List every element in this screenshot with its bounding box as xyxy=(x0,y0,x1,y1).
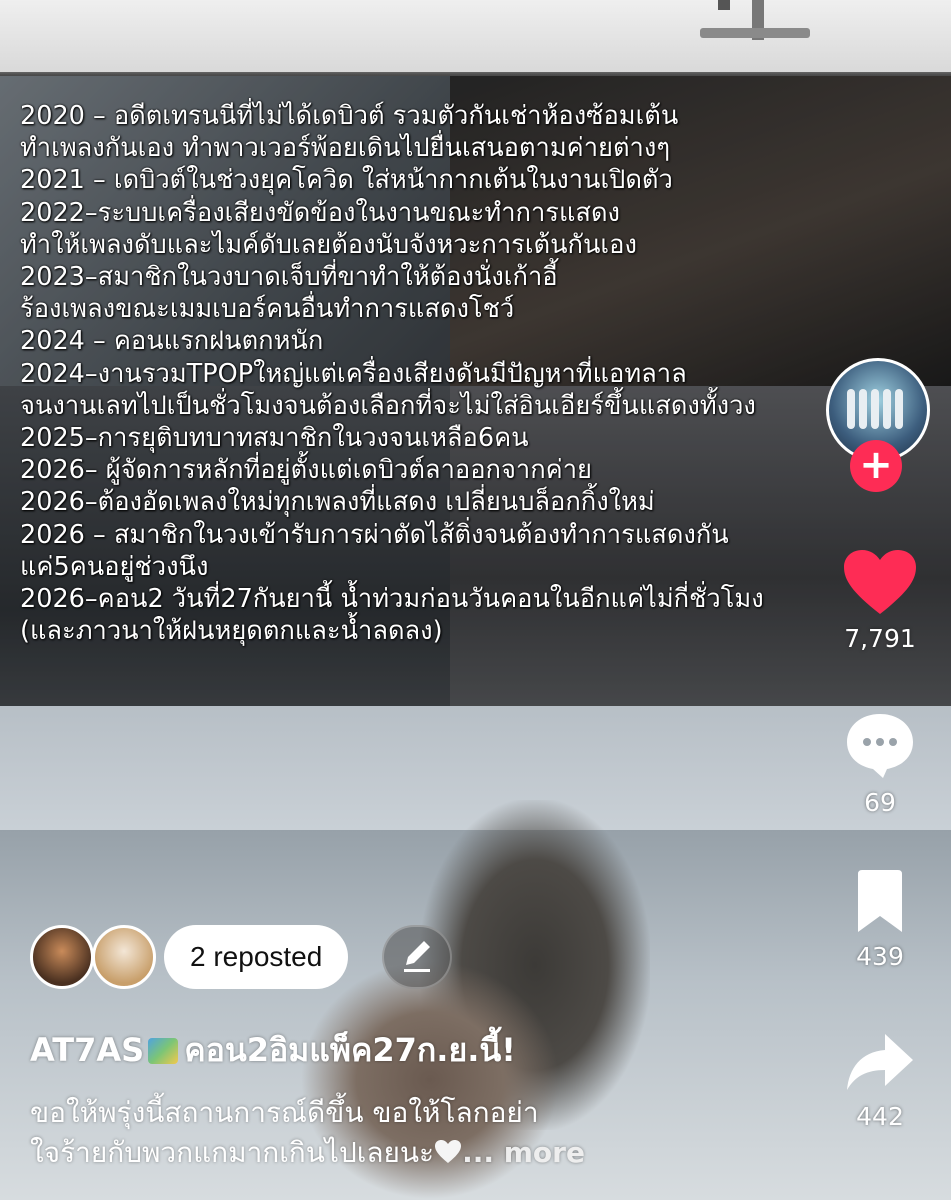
timeline-line: 2020 – อดีตเทรนนีที่ไม่ได้เดบิวต์ รวมตัว… xyxy=(20,101,679,131)
comment-icon xyxy=(847,714,913,778)
plus-icon: + xyxy=(859,442,893,488)
white-heart-icon xyxy=(435,1140,462,1163)
timeline-line: ร้องเพลงขณะเมมเบอร์คนอื่นทำการแสดงโชว์ xyxy=(20,294,515,325)
timeline-line: 2026– ผู้จัดการหลักที่อยู่ตั้งแต่เดบิวต์… xyxy=(20,455,592,486)
share-button[interactable]: 442 xyxy=(830,1030,930,1131)
timeline-line: 2026 – สมาชิกในวงเข้ารับการผ่าตัดไส้ติ่ง… xyxy=(20,519,729,550)
timeline-line: ทำให้เพลงดับและไมค์ดับเลยต้องนับจังหวะกา… xyxy=(20,229,637,260)
follow-button[interactable]: + xyxy=(850,440,902,492)
post-title: คอน2อิมแพ็ค27ก.ย.นี้! xyxy=(184,1031,516,1069)
username[interactable]: AT7AS xyxy=(30,1031,144,1069)
caption-line: ขอให้พรุ่งนี้สถานการณ์ดีขึ้น ขอให้โลกอย่… xyxy=(30,1096,539,1129)
edit-repost-button[interactable] xyxy=(382,925,452,989)
reposter-avatar[interactable] xyxy=(30,925,94,989)
pencil-icon xyxy=(404,941,430,972)
timeline-line: 2023–สมาชิกในวงบาดเจ็บที่ขาทำให้ต้องนั่ง… xyxy=(20,262,558,293)
avatar-figures xyxy=(847,389,911,429)
like-button[interactable]: 7,791 xyxy=(830,548,930,653)
caption-line-2: ใจร้ายกับพวกแกมากเกินไปเลยนะ ... more xyxy=(30,1133,750,1173)
share-count: 442 xyxy=(856,1102,904,1131)
timeline-overlay-text: 2020 – อดีตเทรนนีที่ไม่ได้เดบิวต์ รวมตัว… xyxy=(20,100,920,647)
map-icon xyxy=(148,1038,179,1064)
timeline-line: (และภาวนาให้ฝนหยุดตกและน้ำลดลง) xyxy=(20,616,443,647)
background-pole-base xyxy=(700,28,810,38)
caption-text: ใจร้ายกับพวกแกมากเกินไปเลยนะ xyxy=(30,1136,435,1169)
timeline-line: 2024–งานรวมTPOPใหญ่แต่เครื่องเสียงดันมีป… xyxy=(20,358,687,389)
bookmark-icon xyxy=(858,870,902,932)
timeline-line: ทำเพลงกันเอง ทำพาวเวอร์พ้อยเดินไปยื่นเสน… xyxy=(20,133,671,164)
timeline-line: 2024 – คอนแรกฝนตกหนัก xyxy=(20,326,324,357)
reposter-avatar[interactable] xyxy=(92,925,156,989)
timeline-line: 2022–ระบบเครื่องเสียงขัดข้องในงานขณะทำกา… xyxy=(20,197,620,228)
background-post xyxy=(718,0,730,10)
comment-count: 69 xyxy=(864,788,896,817)
timeline-line: จนงานเลทไปเป็นชั่วโมงจนต้องเลือกที่จะไม่… xyxy=(20,390,756,421)
more-link[interactable]: ... more xyxy=(462,1136,585,1169)
like-count: 7,791 xyxy=(844,624,916,653)
timeline-line: 2025–การยุติบทบาทสมาชิกในวงจนเหลือ6คน xyxy=(20,423,529,454)
save-count: 439 xyxy=(856,942,904,971)
post-caption[interactable]: ขอให้พรุ่งนี้สถานการณ์ดีขึ้น ขอให้โลกอย่… xyxy=(30,1093,750,1173)
reposted-badge[interactable]: 2 reposted xyxy=(164,925,349,989)
share-icon xyxy=(847,1034,913,1090)
timeline-line: 2026–ต้องอัดเพลงใหม่ทุกเพลงที่แสดง เปลี่… xyxy=(20,487,655,518)
comment-button[interactable]: 69 xyxy=(830,710,930,817)
timeline-line: แค่5คนอยู่ช่วงนึง xyxy=(20,551,209,582)
heart-icon xyxy=(844,550,916,614)
timeline-line: 2021 – เดบิวต์ในช่วงยุคโควิด ใส่หน้ากากเ… xyxy=(20,165,673,196)
post-header: AT7AS คอน2อิมแพ็ค27ก.ย.นี้! xyxy=(30,1025,516,1076)
save-button[interactable]: 439 xyxy=(830,870,930,971)
timeline-line: 2026–คอน2 วันที่27กันยานี้ น้ำท่วมก่อนวั… xyxy=(20,584,764,615)
